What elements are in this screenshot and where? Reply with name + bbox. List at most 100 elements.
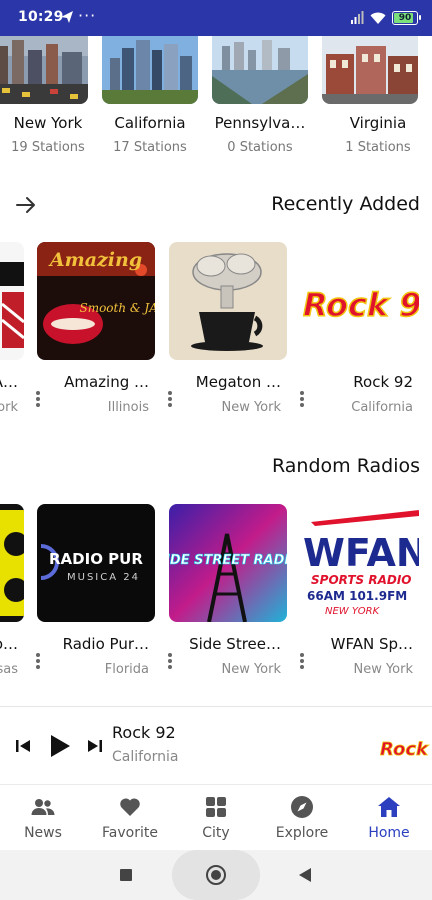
station-card[interactable]: Amazing Smooth & JAZZ Amazing … Illinois: [36, 242, 155, 415]
recently-added-header: Recently Added: [0, 190, 432, 220]
more-options-icon[interactable]: [297, 388, 307, 410]
people-icon: [31, 799, 55, 815]
more-options-icon[interactable]: [33, 388, 43, 410]
status-more-dots: ···: [78, 6, 97, 25]
more-options-icon[interactable]: [33, 650, 43, 672]
nav-item-home[interactable]: Home: [346, 791, 432, 849]
station-name: WFAN Sp…: [330, 635, 413, 653]
logo-text: WFAN: [303, 531, 419, 575]
city-station-count: 0 Stations: [227, 140, 293, 155]
signal-icon: [351, 11, 364, 24]
logo-text: Rock 9: [380, 739, 432, 760]
station-location: Illinois: [107, 400, 149, 415]
section-title: Random Radios: [272, 455, 420, 477]
nav-item-city[interactable]: City: [173, 791, 259, 849]
station-location: ork: [0, 400, 18, 415]
main-content[interactable]: New York 19 Stations California 17 Stati…: [0, 36, 432, 706]
logo-text: Rock 92: [303, 286, 419, 324]
nav-item-explore[interactable]: Explore: [259, 791, 345, 849]
nav-label: City: [202, 825, 230, 841]
nav-item-favorite[interactable]: Favorite: [87, 791, 173, 849]
bottom-navigation: News Favorite City Explore Home: [0, 784, 432, 850]
logo-sub-text: SPORTS RADIO: [311, 573, 412, 587]
system-navigation-bar: [0, 850, 432, 900]
nav-label: Explore: [275, 825, 329, 841]
logo-sub-text: Smooth & JAZZ: [79, 301, 155, 315]
nav-label: Favorite: [102, 825, 158, 841]
status-time: 10:29: [18, 9, 64, 25]
station-card[interactable]: RADIO PUR MUSICA 24 Radio Pur… Florida: [36, 504, 155, 677]
recently-added-carousel[interactable]: A… ork Amazing Smooth & JAZZ Amazing … I…: [0, 242, 432, 442]
play-icon[interactable]: [48, 733, 72, 759]
station-logo: [0, 504, 24, 622]
home-icon: [378, 797, 400, 817]
city-image: [0, 36, 88, 104]
skip-next-icon[interactable]: [86, 737, 104, 755]
city-station-count: 17 Stations: [113, 140, 187, 155]
logo-sub-text: MUSICA 24: [67, 572, 140, 583]
city-card-pennsylvania[interactable]: Pennsylva… 0 Stations: [212, 36, 308, 155]
random-radios-header: Random Radios: [0, 452, 432, 482]
more-options-icon[interactable]: [165, 388, 175, 410]
city-station-count: 1 Stations: [345, 140, 411, 155]
logo-city-text: NEW YORK: [325, 606, 381, 617]
station-name: Rock 92: [353, 373, 413, 391]
battery-level: 90: [398, 13, 412, 23]
recent-apps-icon[interactable]: [120, 869, 132, 881]
station-logo: RADIO PUR MUSICA 24: [37, 504, 155, 622]
station-location: New York: [221, 662, 281, 677]
section-title: Recently Added: [271, 193, 420, 215]
city-card-virginia[interactable]: Virginia 1 Stations: [322, 36, 418, 155]
battery-icon: 90: [392, 11, 421, 25]
city-carousel[interactable]: New York 19 Stations California 17 Stati…: [0, 36, 432, 166]
station-card[interactable]: SIDE STREET RADIO Side Stree… New York: [168, 504, 287, 677]
city-card-california[interactable]: California 17 Stations: [102, 36, 198, 155]
city-image: [212, 36, 308, 104]
now-playing-title: Rock 92: [112, 723, 176, 742]
city-card-new-york[interactable]: New York 19 Stations: [0, 36, 88, 155]
station-location: Florida: [104, 662, 149, 677]
station-logo: SIDE STREET RADIO: [169, 504, 287, 622]
random-radios-carousel[interactable]: o… sas RADIO PUR MUSICA 24 Radio Pur… Fl…: [0, 504, 432, 704]
nav-item-news[interactable]: News: [0, 791, 86, 849]
logo-frequency-text: 66AM 101.9FM: [307, 589, 407, 603]
skip-previous-icon[interactable]: [14, 737, 32, 755]
station-name: o…: [0, 635, 18, 653]
now-playing-logo: Rock 9: [378, 727, 432, 767]
heart-icon: [120, 798, 140, 816]
station-card[interactable]: Megaton … New York: [168, 242, 287, 415]
logo-text: SIDE STREET RADIO: [169, 553, 287, 568]
station-card[interactable]: o… sas: [0, 504, 24, 677]
telegram-send-icon: [61, 11, 73, 23]
station-name: Megaton …: [195, 373, 281, 391]
station-name: A…: [0, 373, 18, 391]
station-location: California: [351, 400, 413, 415]
status-bar: 10:29 ··· 90: [0, 0, 432, 36]
station-name: Amazing …: [64, 373, 149, 391]
city-image: [102, 36, 198, 104]
arrow-right-icon[interactable]: [14, 194, 38, 216]
station-card[interactable]: A… ork: [0, 242, 24, 415]
more-options-icon[interactable]: [297, 650, 307, 672]
station-card[interactable]: Rock 92 Rock 92 California: [300, 242, 419, 415]
city-name: New York: [13, 114, 83, 132]
logo-text: RADIO PUR: [49, 550, 143, 568]
station-logo: WFAN SPORTS RADIO 66AM 101.9FM NEW YORK: [301, 504, 419, 622]
city-name: Virginia: [349, 114, 407, 132]
city-image: [322, 36, 418, 104]
station-card[interactable]: WFAN SPORTS RADIO 66AM 101.9FM NEW YORK …: [300, 504, 419, 677]
status-right-icons: 90: [350, 10, 421, 26]
nav-label: Home: [368, 825, 410, 841]
city-name: California: [114, 114, 186, 132]
more-options-icon[interactable]: [165, 650, 175, 672]
station-name: Radio Pur…: [62, 635, 149, 653]
home-circle-icon[interactable]: [206, 865, 226, 885]
station-location: New York: [353, 662, 413, 677]
back-triangle-icon[interactable]: [298, 867, 312, 883]
station-logo: [169, 242, 287, 360]
city-name: Pennsylva…: [214, 114, 306, 132]
mini-player[interactable]: Rock 92 California Rock 9: [0, 706, 432, 784]
compass-icon: [291, 796, 313, 818]
nav-label: News: [24, 825, 62, 841]
station-logo: Amazing Smooth & JAZZ: [37, 242, 155, 360]
